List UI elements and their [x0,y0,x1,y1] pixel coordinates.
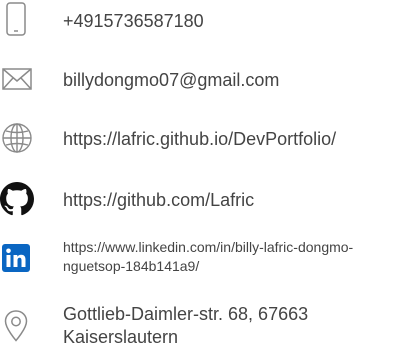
address-text: Gottlieb-Daimler-str. 68, 67663 Kaisersl… [63,304,309,347]
linkedin-link[interactable]: https://www.linkedin.com/in/billy-lafric… [63,238,393,276]
contact-row-phone: +4915736587180 [0,0,405,40]
contact-row-email: billydongmo07@gmail.com [0,60,405,100]
contact-row-linkedin: https://www.linkedin.com/in/billy-lafric… [0,232,405,282]
contact-row-github: https://github.com/Lafric [0,178,405,220]
github-icon [0,182,34,216]
mail-icon [2,68,32,90]
globe-icon [1,122,33,154]
contact-row-website: https://lafric.github.io/DevPortfolio/ [0,118,405,160]
phone-number-link[interactable]: +4915736587180 [63,10,204,32]
phone-icon [6,2,26,36]
email-link[interactable]: billydongmo07@gmail.com [63,69,279,91]
linkedin-icon [2,244,30,272]
contact-row-address: Gottlieb-Daimler-str. 68, 67663 Kaisersl… [0,298,405,351]
location-pin-icon [4,310,28,342]
portfolio-link[interactable]: https://lafric.github.io/DevPortfolio/ [63,128,336,150]
github-link[interactable]: https://github.com/Lafric [63,189,254,211]
